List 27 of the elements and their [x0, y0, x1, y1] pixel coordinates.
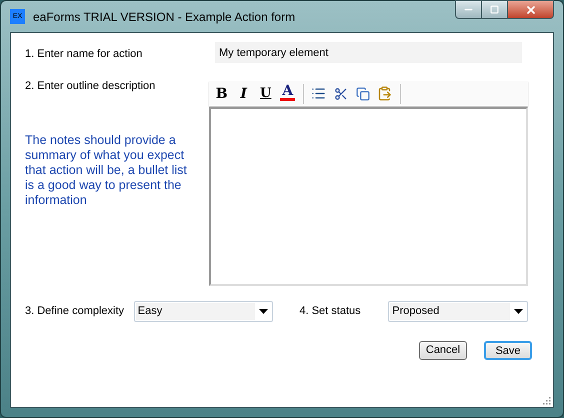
- minimize-button[interactable]: [455, 0, 482, 19]
- field-label: 1. Enter name for action: [25, 47, 144, 62]
- field-label: 2. Enter outline description: [25, 79, 156, 94]
- italic-button[interactable]: I: [232, 84, 255, 104]
- dropdown-arrow-icon: [259, 309, 268, 314]
- dropdown[interactable]: Easy: [134, 301, 274, 322]
- resize-grip-icon: [542, 396, 551, 405]
- clipboard-icon: [377, 86, 392, 101]
- bold-button[interactable]: B: [210, 84, 233, 104]
- notes-text: The notes should provide a summary of what you expect that action will be, a bullet list is a good way to present the information: [25, 132, 188, 208]
- dialog-button[interactable]: Cancel: [419, 341, 467, 360]
- underline-button[interactable]: U: [254, 84, 277, 104]
- maximize-icon: [490, 5, 499, 14]
- dialog-button[interactable]: Save: [484, 341, 532, 360]
- field-label: 4. Set status: [299, 304, 362, 320]
- maximize-button[interactable]: [482, 0, 508, 19]
- name-field[interactable]: My temporary element: [215, 42, 522, 63]
- scissors-icon: [334, 86, 348, 100]
- window-title: eaForms TRIAL VERSION - Example Action form: [33, 8, 296, 26]
- list-icon: [311, 86, 326, 101]
- close-icon: [524, 4, 536, 16]
- copy-icon: [356, 86, 370, 100]
- field-label: 3. Define complexity: [25, 304, 126, 320]
- dropdown[interactable]: Proposed: [388, 301, 528, 322]
- close-button[interactable]: [508, 0, 554, 19]
- dropdown-arrow-icon: [514, 309, 524, 314]
- font-color-button[interactable]: A: [276, 84, 299, 104]
